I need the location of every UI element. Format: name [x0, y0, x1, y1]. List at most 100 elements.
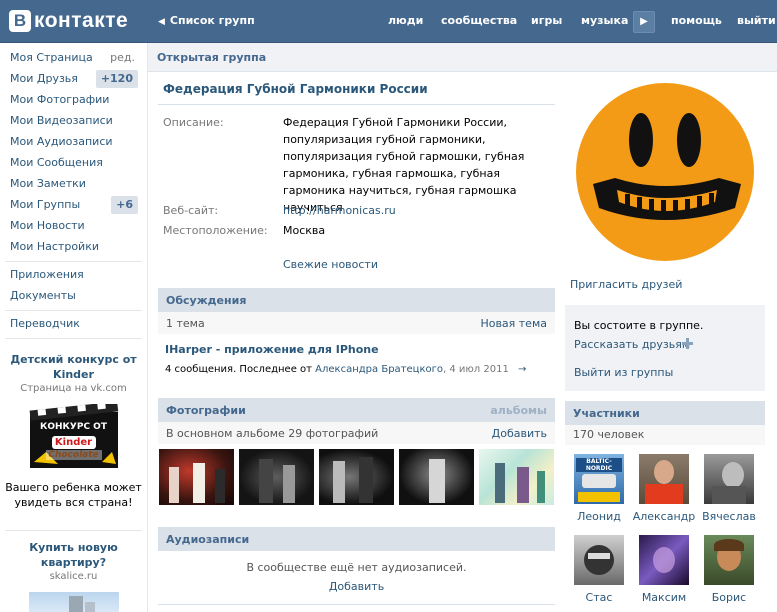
photo-thumbnail[interactable]	[319, 449, 394, 505]
menu-my-photos[interactable]: Мои Фотографии	[10, 91, 140, 109]
member-name[interactable]: Борис	[697, 591, 761, 604]
menu-my-messages[interactable]: Мои Сообщения	[10, 154, 140, 172]
nav-music[interactable]: музыка	[581, 14, 628, 27]
menu-divider	[5, 530, 142, 531]
ad-apartment[interactable]: Купить новую квартиру? skalice.ru	[5, 540, 142, 612]
member-avatar-badge: BALTIC-NORDIC	[576, 458, 622, 472]
photos-subbar: В основном альбоме 29 фотографий Добавит…	[158, 422, 555, 444]
member-name[interactable]: Александр	[632, 510, 696, 523]
member-name[interactable]: Максим	[632, 591, 696, 604]
nav-games[interactable]: игры	[531, 14, 562, 27]
ad-image-brand2: Chocolate	[45, 450, 102, 460]
photos-header[interactable]: Фотографии альбомы	[158, 398, 555, 422]
albums-link[interactable]: альбомы	[490, 404, 547, 417]
discussions-title: Обсуждения	[166, 294, 247, 307]
topic-title-link[interactable]: IHarper - приложение для IPhone	[165, 343, 379, 356]
members-subbar: 170 человек	[565, 425, 765, 445]
member-status: Вы состоите в группе.	[574, 319, 704, 332]
member-card[interactable]: Вячеслав	[697, 454, 761, 523]
photos-title: Фотографии	[166, 404, 246, 417]
ad-image[interactable]	[28, 592, 119, 612]
member-name[interactable]: Стас	[567, 591, 631, 604]
fresh-news-link[interactable]: Свежие новости	[283, 258, 378, 271]
menu-my-settings[interactable]: Мои Настройки	[10, 238, 140, 256]
plus-icon[interactable]	[682, 338, 693, 349]
groups-count-badge: +6	[111, 196, 138, 214]
ad-title[interactable]: Купить новую квартиру?	[5, 540, 142, 570]
member-avatar[interactable]	[574, 535, 624, 585]
website-label: Веб-сайт:	[163, 204, 219, 217]
audio-header[interactable]: Аудиозаписи	[158, 527, 555, 551]
logo-text: контакте	[34, 9, 129, 32]
member-card[interactable]: Максим	[632, 535, 696, 604]
add-photo-link[interactable]: Добавить	[492, 427, 547, 440]
ad-source: skalice.ru	[49, 571, 98, 582]
menu-my-videos[interactable]: Мои Видеозаписи	[10, 112, 140, 130]
description-value: Федерация Губной Гармоники России, попул…	[283, 116, 525, 214]
member-name[interactable]: Леонид	[567, 510, 631, 523]
member-avatar[interactable]	[639, 454, 689, 504]
audio-empty-text: В сообществе ещё нет аудиозаписей.	[246, 561, 467, 574]
leave-group-link[interactable]: Выйти из группы	[574, 366, 673, 379]
member-avatar[interactable]	[704, 535, 754, 585]
photo-thumbnail[interactable]	[239, 449, 314, 505]
topic-count: 1 тема	[166, 317, 205, 330]
back-to-groups-link[interactable]: ◀ Список групп	[158, 14, 255, 27]
edit-link[interactable]: ред.	[110, 49, 135, 67]
nav-people[interactable]: люди	[388, 14, 423, 27]
ad-image[interactable]: КОНКУРС ОТ Kinder Chocolate	[28, 401, 120, 470]
group-avatar[interactable]	[575, 82, 755, 262]
member-card[interactable]: Стас	[567, 535, 631, 604]
page-title: Открытая группа	[157, 51, 267, 64]
ad-title[interactable]: Детский конкурс от Kinder	[5, 352, 142, 382]
menu-divider	[5, 338, 142, 339]
nav-communities[interactable]: сообщества	[441, 14, 517, 27]
photo-count: В основном альбоме 29 фотографий	[166, 427, 379, 440]
tell-friends-link[interactable]: Рассказать друзьям	[574, 338, 690, 351]
new-topic-link[interactable]: Новая тема	[480, 317, 547, 330]
member-avatar[interactable]: BALTIC-NORDIC	[574, 454, 624, 504]
discussions-header[interactable]: Обсуждения	[158, 288, 555, 312]
membership-box: Вы состоите в группе. Рассказать друзьям…	[565, 305, 765, 391]
topic-author-link[interactable]: Александра Братецкого	[315, 364, 443, 375]
divider	[158, 104, 555, 105]
member-avatar[interactable]	[704, 454, 754, 504]
play-icon[interactable]: ▶	[633, 11, 655, 33]
location-value: Москва	[283, 224, 326, 237]
menu-translator[interactable]: Переводчик	[10, 315, 140, 333]
group-name: Федерация Губной Гармоники России	[163, 82, 428, 96]
nav-help[interactable]: помощь	[671, 14, 722, 27]
member-name[interactable]: Вячеслав	[697, 510, 761, 523]
member-avatar[interactable]	[639, 535, 689, 585]
member-card[interactable]: Александр	[632, 454, 696, 523]
description-label: Описание:	[163, 116, 224, 129]
nav-logout[interactable]: выйти	[737, 14, 776, 27]
menu-documents[interactable]: Документы	[10, 287, 140, 305]
menu-my-friends[interactable]: Мои Друзья +120	[10, 70, 140, 88]
photo-thumbnail[interactable]	[159, 449, 234, 505]
location-label: Местоположение:	[163, 224, 268, 237]
friends-count-badge: +120	[95, 70, 138, 88]
top-header: В контакте ◀ Список групп люди сообщества…	[0, 0, 777, 43]
invite-friends-link[interactable]: Пригласить друзей	[570, 278, 682, 291]
go-arrow-icon[interactable]: →	[518, 364, 526, 375]
photo-thumbnail[interactable]	[479, 449, 554, 505]
menu-my-news[interactable]: Мои Новости	[10, 217, 140, 235]
member-card[interactable]: Борис	[697, 535, 761, 604]
website-link[interactable]: http://harmonicas.ru	[283, 204, 396, 217]
photo-thumbnail[interactable]	[399, 449, 474, 505]
menu-apps[interactable]: Приложения	[10, 266, 140, 284]
members-header[interactable]: Участники	[565, 401, 765, 425]
menu-my-page[interactable]: Моя Страница ред.	[10, 49, 140, 67]
ad-image-brand: Kinder	[51, 436, 96, 449]
member-card[interactable]: BALTIC-NORDIC Леонид	[567, 454, 631, 523]
vk-logo[interactable]: В контакте	[9, 9, 128, 33]
menu-my-notes[interactable]: Мои Заметки	[10, 175, 140, 193]
add-audio-link[interactable]: Добавить	[158, 580, 555, 593]
menu-my-groups[interactable]: Мои Группы +6	[10, 196, 140, 214]
topic-meta: 4 сообщения. Последнее от Александра Бра…	[165, 364, 527, 375]
page-title-bar: Открытая группа	[148, 43, 777, 72]
menu-my-audio[interactable]: Мои Аудиозаписи	[10, 133, 140, 151]
ad-kinder[interactable]: Детский конкурс от Kinder Страница на vk…	[5, 352, 142, 510]
ad-text: Вашего ребенка может увидеть вся страна!	[5, 481, 142, 509]
